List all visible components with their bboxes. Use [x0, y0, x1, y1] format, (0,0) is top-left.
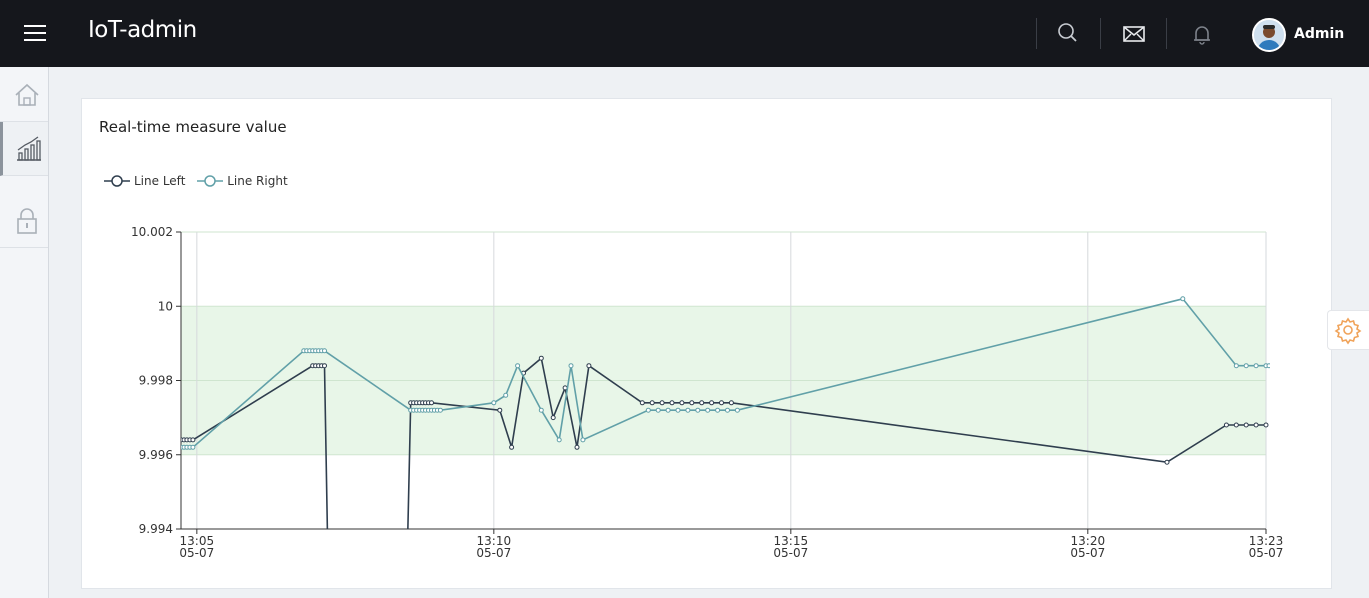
data-point[interactable] [734, 407, 740, 413]
toolbar-divider [1036, 18, 1037, 49]
chart-icon [17, 136, 41, 161]
sidebar-item-chart[interactable] [0, 122, 48, 176]
data-point[interactable] [1233, 422, 1239, 428]
chart-card: Real-time measure value Line Left Line R… [81, 98, 1332, 589]
data-point[interactable] [538, 407, 544, 413]
data-point[interactable] [1233, 363, 1239, 369]
data-point[interactable] [574, 444, 580, 450]
y-tick-label: 9.994 [139, 522, 173, 536]
data-point[interactable] [429, 400, 434, 406]
data-point[interactable] [556, 437, 562, 443]
data-point[interactable] [503, 392, 509, 398]
data-point[interactable] [580, 437, 586, 443]
data-point[interactable] [190, 444, 196, 450]
x-tick-label-date: 05-07 [476, 546, 511, 560]
data-point[interactable] [550, 415, 556, 421]
mail-icon[interactable] [1120, 20, 1148, 48]
data-point[interactable] [1243, 422, 1249, 428]
top-bar: IoT-admin Admin [0, 0, 1369, 67]
data-point[interactable] [406, 534, 410, 538]
data-point[interactable] [725, 407, 730, 413]
data-point[interactable] [659, 400, 665, 406]
app-title: IoT-admin [88, 17, 197, 43]
bell-icon[interactable] [1188, 20, 1216, 48]
gear-icon [1334, 317, 1362, 345]
data-point[interactable] [322, 363, 327, 369]
sidebar-item-lock[interactable] [0, 193, 48, 248]
data-point[interactable] [639, 400, 645, 406]
data-point[interactable] [190, 437, 196, 443]
data-point[interactable] [568, 363, 574, 369]
data-point[interactable] [322, 348, 327, 354]
home-icon [15, 83, 39, 106]
data-point[interactable] [685, 407, 691, 413]
data-point[interactable] [665, 407, 671, 413]
data-point[interactable] [1223, 422, 1229, 428]
sidebar [0, 67, 49, 598]
data-point[interactable] [719, 400, 724, 406]
data-point[interactable] [699, 400, 705, 406]
data-point[interactable] [649, 400, 655, 406]
data-point[interactable] [709, 400, 715, 406]
data-point[interactable] [655, 407, 661, 413]
menu-icon[interactable] [20, 20, 50, 48]
data-point[interactable] [515, 363, 521, 369]
user-name[interactable]: Admin [1294, 26, 1344, 42]
y-tick-label: 10.002 [131, 225, 173, 239]
x-tick-label-date: 05-07 [179, 546, 214, 560]
data-point[interactable] [728, 400, 734, 406]
avatar[interactable] [1252, 18, 1286, 52]
data-point[interactable] [491, 400, 497, 406]
data-point[interactable] [1243, 363, 1249, 369]
x-tick-label-date: 05-07 [773, 546, 808, 560]
data-point[interactable] [695, 407, 701, 413]
y-tick-label: 10 [158, 299, 173, 313]
data-point[interactable] [1164, 459, 1170, 465]
y-tick-label: 9.998 [139, 374, 173, 388]
x-tick-label-date: 05-07 [1249, 546, 1284, 560]
data-point[interactable] [689, 400, 695, 406]
sidebar-item-home[interactable] [0, 67, 48, 122]
data-point[interactable] [1253, 363, 1259, 369]
data-point[interactable] [437, 407, 443, 413]
data-point[interactable] [1263, 422, 1269, 428]
line-chart: 9.9949.9969.9981010.00213:0505-0713:1005… [131, 225, 1284, 560]
data-point[interactable] [1180, 296, 1186, 302]
search-icon[interactable] [1054, 20, 1082, 48]
data-point[interactable] [679, 400, 685, 406]
data-point[interactable] [705, 407, 711, 413]
data-point[interactable] [538, 355, 544, 361]
toolbar-divider [1166, 18, 1167, 49]
x-tick-label-date: 05-07 [1070, 546, 1105, 560]
data-point[interactable] [645, 407, 651, 413]
lock-icon [17, 208, 37, 234]
y-tick-label: 9.996 [139, 448, 173, 462]
data-point[interactable] [586, 363, 592, 369]
data-point[interactable] [715, 407, 721, 413]
data-point[interactable] [1253, 422, 1259, 428]
toolbar-divider [1100, 18, 1101, 49]
data-point[interactable] [669, 400, 675, 406]
data-point[interactable] [497, 407, 503, 413]
data-point[interactable] [1266, 363, 1271, 369]
data-point[interactable] [509, 444, 515, 450]
settings-button[interactable] [1327, 310, 1369, 350]
data-point[interactable] [675, 407, 681, 413]
data-point[interactable] [326, 534, 330, 538]
